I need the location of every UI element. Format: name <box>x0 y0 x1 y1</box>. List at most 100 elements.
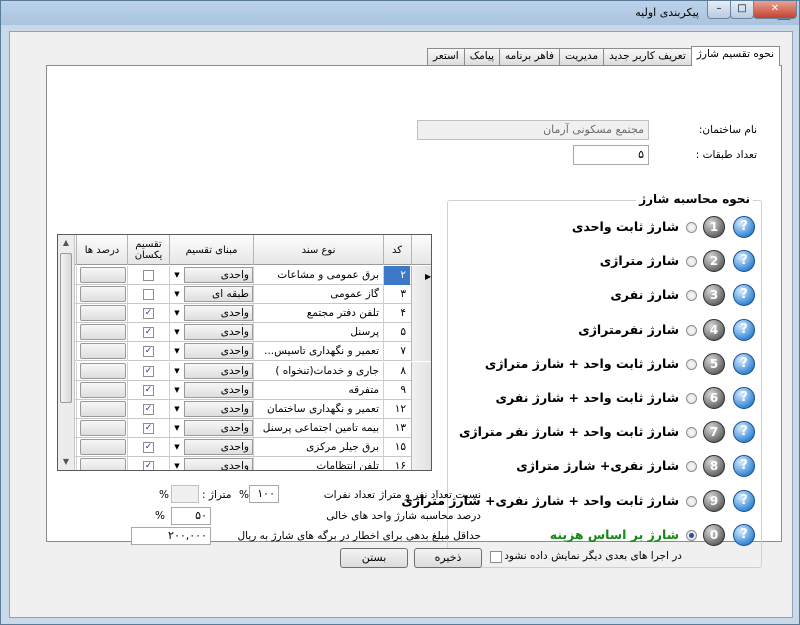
cell-doc-type[interactable]: برق عمومی و مشاعات <box>253 266 383 285</box>
cell-doc-type[interactable]: تعمیر و نگهداری ساختمان <box>253 399 383 419</box>
vacancy-field[interactable]: ۵۰ <box>171 507 211 525</box>
percents-button[interactable] <box>80 343 126 360</box>
table-row[interactable]: ۲ برق عمومی و مشاعات واحدی ▼ <box>58 266 431 285</box>
option-radio[interactable] <box>686 358 697 370</box>
option-label[interactable]: شارژ متراژی <box>600 253 679 268</box>
help-icon[interactable]: ? <box>733 489 755 512</box>
cell-equal[interactable]: ✓ <box>127 323 169 343</box>
chevron-down-icon[interactable]: ▼ <box>171 382 183 398</box>
row-selector[interactable] <box>411 437 431 457</box>
cell-percents[interactable] <box>76 457 127 470</box>
header-code[interactable]: کد <box>383 235 410 265</box>
cell-doc-type[interactable]: گاز عمومی <box>253 285 383 305</box>
cell-code[interactable]: ۱۵ <box>383 437 410 457</box>
cell-percents[interactable] <box>76 437 127 457</box>
cell-percents[interactable] <box>76 285 127 305</box>
cell-equal[interactable] <box>127 285 169 305</box>
charge-option-7[interactable]: ? 7 شارژ ثابت واحد + شارژ نفر متراژی <box>451 420 755 446</box>
table-row[interactable]: ۵ پرسنل واحدی ▼ ✓ <box>58 323 431 343</box>
chevron-down-icon[interactable]: ▼ <box>171 286 183 302</box>
option-label[interactable]: شارژ ثابت واحد + شارژ نفر متراژی <box>459 424 679 439</box>
header-doc-type[interactable]: نوع سند <box>253 235 383 265</box>
option-label[interactable]: شارژ نفری+ شارژ متراژی <box>516 458 679 473</box>
charge-option-0[interactable]: ? 0 شارژ بر اساس هزینه <box>451 523 755 549</box>
cell-basis[interactable]: واحدی ▼ <box>169 266 253 285</box>
option-radio[interactable] <box>686 529 697 541</box>
cell-equal[interactable]: ✓ <box>127 380 169 400</box>
chevron-down-icon[interactable]: ▼ <box>171 458 183 470</box>
help-icon[interactable]: ? <box>733 284 755 307</box>
table-row[interactable]: ۸ جاری و خدمات(تنخواه ) واحدی ▼ ✓ <box>58 361 431 381</box>
charge-option-5[interactable]: ? 5 شارژ ثابت واحد + شارژ متراژی <box>451 352 755 378</box>
help-icon[interactable]: ? <box>733 387 755 409</box>
basis-dropdown[interactable]: واحدی <box>184 362 253 379</box>
table-row[interactable]: ۹ متفرقه واحدی ▼ ✓ <box>58 380 431 400</box>
cell-basis[interactable]: واحدی ▼ <box>169 437 253 457</box>
chevron-down-icon[interactable]: ▼ <box>171 267 183 283</box>
percents-button[interactable] <box>80 305 126 322</box>
tab-charge-split[interactable]: نحوه تقسیم شارژ <box>690 46 780 66</box>
cell-basis[interactable]: واحدی ▼ <box>169 342 253 362</box>
charge-option-8[interactable]: ? 8 شارژ نفری+ شارژ متراژی <box>451 454 755 480</box>
minimize-button[interactable]: – <box>707 1 731 19</box>
row-selector[interactable] <box>411 380 431 400</box>
help-icon[interactable]: ? <box>733 318 755 341</box>
equal-split-checkbox[interactable]: ✓ <box>143 441 154 453</box>
option-radio[interactable] <box>686 393 697 404</box>
option-label[interactable]: شارژ بر اساس هزینه <box>550 527 679 542</box>
help-icon[interactable]: ? <box>733 523 755 546</box>
building-name-field[interactable]: مجتمع مسکونی آرمان <box>417 120 649 140</box>
cell-doc-type[interactable]: تلفن دفتر مجتمع <box>253 304 383 324</box>
cell-code[interactable]: ۱۶ <box>383 457 410 470</box>
cell-code[interactable]: ۲ <box>383 266 410 285</box>
percents-button[interactable] <box>80 267 126 283</box>
cell-code[interactable]: ۸ <box>383 361 410 381</box>
cell-equal[interactable]: ✓ <box>127 399 169 419</box>
cell-basis[interactable]: طبقه ای ▼ <box>169 285 253 305</box>
row-selector[interactable] <box>411 342 431 362</box>
cell-code[interactable]: ۵ <box>383 323 410 343</box>
option-radio[interactable] <box>686 427 697 439</box>
percents-button[interactable] <box>80 324 126 341</box>
cell-code[interactable]: ۳ <box>383 285 410 305</box>
chevron-down-icon[interactable]: ▼ <box>171 305 183 321</box>
table-row[interactable]: ۳ گاز عمومی طبقه ای ▼ <box>58 285 431 305</box>
header-equal[interactable]: تقسیم یکسان <box>127 235 169 265</box>
scroll-up-icon[interactable]: ▲ <box>58 235 74 251</box>
equal-split-checkbox[interactable] <box>143 289 154 301</box>
cell-code[interactable]: ۱۲ <box>383 399 410 419</box>
percents-button[interactable] <box>80 419 126 436</box>
equal-split-checkbox[interactable]: ✓ <box>143 403 154 415</box>
cell-basis[interactable]: واحدی ▼ <box>169 323 253 343</box>
basis-dropdown[interactable]: واحدی <box>184 343 253 360</box>
basis-dropdown[interactable]: واحدی <box>184 381 253 398</box>
cell-doc-type[interactable]: تعمیر و نگهداری تاسیس... <box>253 342 383 362</box>
option-label[interactable]: شارژ ثابت واحدی <box>572 219 679 234</box>
cell-percents[interactable] <box>76 342 127 362</box>
cell-percents[interactable] <box>76 361 127 381</box>
option-radio[interactable] <box>686 324 697 336</box>
cell-equal[interactable]: ✓ <box>127 342 169 362</box>
header-basis[interactable]: مبنای تقسیم <box>169 235 253 265</box>
equal-split-checkbox[interactable]: ✓ <box>143 327 154 339</box>
tab-program-view[interactable]: فاهر برنامه <box>499 48 561 65</box>
basis-dropdown[interactable]: واحدی <box>184 267 253 283</box>
help-icon[interactable]: ? <box>733 455 755 478</box>
close-button[interactable]: بستن <box>340 548 408 568</box>
row-selector[interactable] <box>411 399 431 419</box>
table-row[interactable]: ۱۵ برق جیلر مرکزی واحدی ▼ ✓ <box>58 437 431 457</box>
basis-dropdown[interactable]: واحدی <box>184 400 253 417</box>
cell-basis[interactable]: واحدی ▼ <box>169 380 253 400</box>
cell-doc-type[interactable]: متفرقه <box>253 380 383 400</box>
cell-basis[interactable]: واحدی ▼ <box>169 457 253 470</box>
chevron-down-icon[interactable]: ▼ <box>171 324 183 340</box>
cell-equal[interactable] <box>127 266 169 285</box>
option-radio[interactable] <box>686 461 697 473</box>
doc-split-grid[interactable]: کد نوع سند مبنای تقسیم تقسیم یکسان درصد … <box>57 234 432 471</box>
cell-doc-type[interactable]: تلفن انتظامات <box>253 457 383 470</box>
option-radio[interactable] <box>686 495 697 507</box>
cell-code[interactable]: ۷ <box>383 342 410 362</box>
table-row[interactable]: ۱۲ تعمیر و نگهداری ساختمان واحدی ▼ ✓ <box>58 399 431 419</box>
cell-percents[interactable] <box>76 418 127 438</box>
cell-percents[interactable] <box>76 399 127 419</box>
